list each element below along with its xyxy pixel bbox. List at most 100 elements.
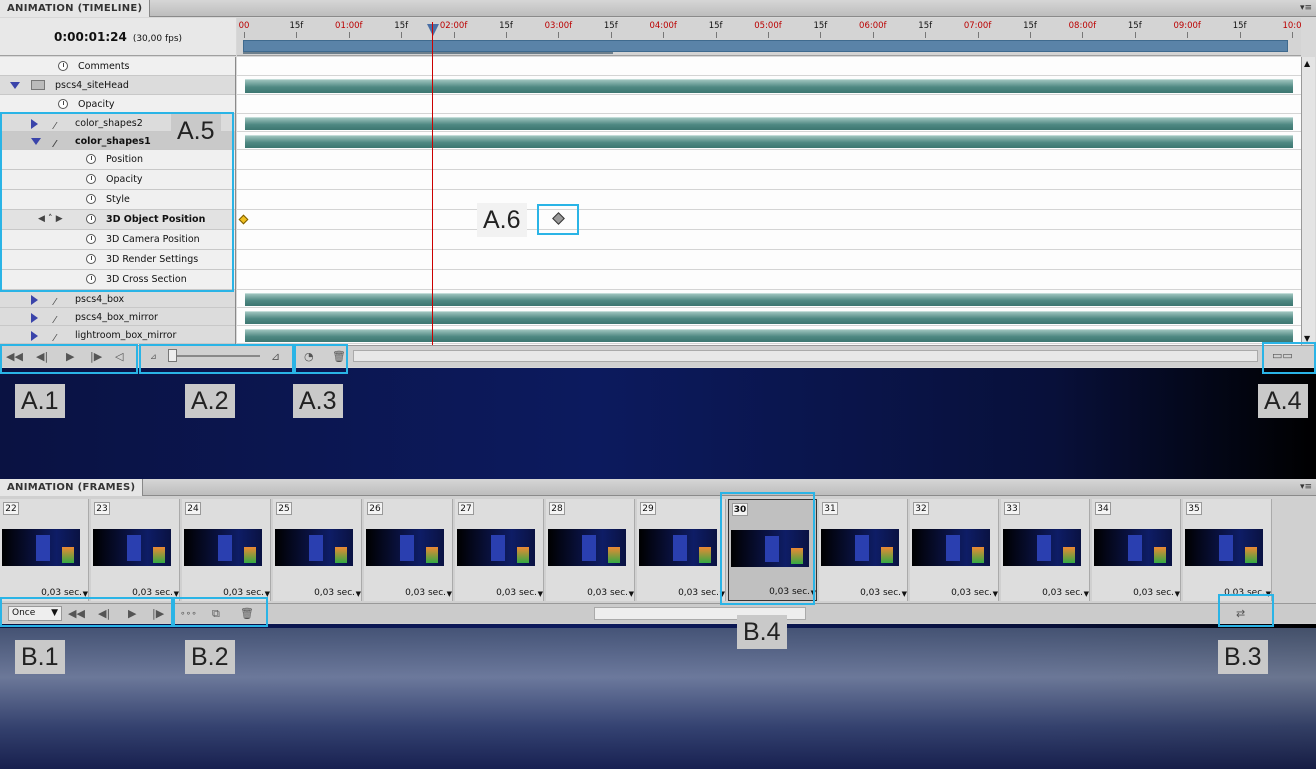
ruler-tick <box>296 32 298 38</box>
track-row[interactable] <box>237 150 1301 170</box>
frame-delay[interactable]: 0,03 sec. <box>405 588 446 598</box>
work-area-bar[interactable] <box>243 40 1288 52</box>
delay-dropdown-icon[interactable]: ▼ <box>356 590 361 598</box>
row-label: pscs4_siteHead <box>55 80 129 91</box>
frame-number: 34 <box>1095 502 1111 515</box>
layer-duration-bar[interactable] <box>245 117 1293 130</box>
frame-delay[interactable]: 0,03 sec. <box>314 588 355 598</box>
layer-duration-bar[interactable] <box>245 293 1293 306</box>
frame-cell[interactable]: 25 0,03 sec. ▼ <box>273 499 362 601</box>
frames-tab[interactable]: ANIMATION (FRAMES) <box>0 479 144 496</box>
frame-delay[interactable]: 0,03 sec. <box>1133 588 1174 598</box>
frame-cell[interactable]: 31 0,03 sec. ▼ <box>819 499 908 601</box>
track-area[interactable] <box>237 57 1301 345</box>
timeline-vertical-scrollbar[interactable]: ▲ ▼ <box>1301 57 1315 345</box>
ruler-tick <box>715 32 717 38</box>
track-row[interactable] <box>237 326 1301 344</box>
label-a3: A.3 <box>293 384 343 418</box>
track-row[interactable] <box>237 190 1301 210</box>
track-row[interactable] <box>237 132 1301 150</box>
row-label: pscs4_box <box>75 294 125 305</box>
ruler-label: 07:00f <box>963 21 992 31</box>
layer-row[interactable]: ⁄ pscs4_box_mirror <box>0 308 235 326</box>
timecode-display: 0:00:01:24 (30,00 fps) <box>0 18 236 56</box>
delay-dropdown-icon[interactable]: ▼ <box>993 590 998 598</box>
delay-dropdown-icon[interactable]: ▼ <box>447 590 452 598</box>
frame-cell[interactable]: 34 0,03 sec. ▼ <box>1092 499 1181 601</box>
property-row[interactable]: Comments <box>0 57 235 76</box>
frame-cell[interactable]: 28 0,03 sec. ▼ <box>546 499 635 601</box>
ruler-label: 15f <box>708 21 723 31</box>
label-a1: A.1 <box>15 384 65 418</box>
frame-delay[interactable]: 0,03 sec. <box>678 588 719 598</box>
stopwatch-icon[interactable] <box>58 99 68 109</box>
track-row[interactable] <box>237 114 1301 132</box>
ruler-label: 15f <box>499 21 513 31</box>
ruler-tick <box>453 32 455 38</box>
layer-duration-bar[interactable] <box>245 79 1293 93</box>
layer-duration-bar[interactable] <box>245 329 1293 342</box>
frame-number: 29 <box>640 502 656 515</box>
timeline-tab[interactable]: ANIMATION (TIMELINE) <box>0 0 151 17</box>
layer-row[interactable]: ⁄ pscs4_box <box>0 290 235 308</box>
label-b3: B.3 <box>1218 640 1268 674</box>
ruler-tick <box>610 32 612 38</box>
layer-duration-bar[interactable] <box>245 135 1293 148</box>
track-row[interactable] <box>237 170 1301 190</box>
layer-row[interactable]: ⁄ lightroom_box_mirror <box>0 326 235 344</box>
ruler-tick <box>1134 32 1136 38</box>
delay-dropdown-icon[interactable]: ▼ <box>1175 590 1180 598</box>
frame-cell[interactable]: 32 0,03 sec. ▼ <box>910 499 999 601</box>
track-row[interactable] <box>237 210 1301 230</box>
delay-dropdown-icon[interactable]: ▼ <box>629 590 634 598</box>
frame-number: 27 <box>458 502 474 515</box>
frame-cell[interactable]: 23 0,03 sec. ▼ <box>91 499 180 601</box>
timeline-horizontal-scrollbar[interactable] <box>353 350 1258 362</box>
time-ruler[interactable]: 00 15f 01:00f 15f 02:00f 15f 03:00f 15f 04:00f 15… <box>237 18 1302 56</box>
track-row[interactable] <box>237 308 1301 326</box>
expand-triangle-icon[interactable] <box>31 331 38 341</box>
track-row[interactable] <box>237 95 1301 114</box>
expand-triangle-icon[interactable] <box>31 313 38 323</box>
collapse-triangle-icon[interactable] <box>10 82 20 89</box>
ruler-label: 15f <box>1232 21 1247 31</box>
ruler-label: 15f <box>394 21 409 31</box>
playhead-handle[interactable] <box>427 24 439 36</box>
ruler-tick <box>244 32 245 38</box>
track-row[interactable] <box>237 57 1301 76</box>
track-row[interactable] <box>237 76 1301 95</box>
stopwatch-icon[interactable] <box>58 61 68 71</box>
frame-cell[interactable]: 33 0,03 sec. ▼ <box>1001 499 1090 601</box>
frame-delay[interactable]: 0,03 sec. <box>951 588 992 598</box>
frame-cell[interactable]: 29 0,03 sec. ▼ <box>637 499 726 601</box>
panel-menu-icon[interactable]: ▾≡ <box>1300 3 1312 13</box>
ruler-label: 03:00f <box>544 21 573 31</box>
track-row[interactable] <box>237 230 1301 250</box>
frame-cell[interactable]: 22 0,03 sec. ▼ <box>0 499 89 601</box>
frames-panel-menu-icon[interactable]: ▾≡ <box>1300 482 1312 492</box>
frame-cell[interactable]: 24 0,03 sec. ▼ <box>182 499 271 601</box>
playhead-line[interactable] <box>432 22 433 346</box>
highlight-b3 <box>1218 594 1274 627</box>
expand-triangle-icon[interactable] <box>31 295 38 305</box>
frame-delay[interactable]: 0,03 sec. <box>1042 588 1083 598</box>
ruler-tick <box>1187 32 1189 38</box>
scroll-up-icon[interactable]: ▲ <box>1304 59 1310 68</box>
layer-duration-bar[interactable] <box>245 311 1293 324</box>
delay-dropdown-icon[interactable]: ▼ <box>1084 590 1089 598</box>
ruler-label: 15f <box>603 21 618 31</box>
track-row[interactable] <box>237 250 1301 270</box>
track-row[interactable] <box>237 270 1301 290</box>
frame-cell[interactable]: 35 0,03 sec. ▼ <box>1183 499 1272 601</box>
layer-row[interactable]: pscs4_siteHead <box>0 76 235 95</box>
delay-dropdown-icon[interactable]: ▼ <box>902 590 907 598</box>
frame-delay[interactable]: 0,03 sec. <box>587 588 628 598</box>
frame-delay[interactable]: 0,03 sec. <box>496 588 537 598</box>
frame-cell[interactable]: 27 0,03 sec. ▼ <box>455 499 544 601</box>
timeline-header: ANIMATION (TIMELINE) ▾≡ <box>0 0 1316 17</box>
frame-cell[interactable]: 26 0,03 sec. ▼ <box>364 499 453 601</box>
ruler-label: 15f <box>1127 21 1142 31</box>
track-row[interactable] <box>237 290 1301 308</box>
frame-delay[interactable]: 0,03 sec. <box>860 588 901 598</box>
delay-dropdown-icon[interactable]: ▼ <box>538 590 543 598</box>
